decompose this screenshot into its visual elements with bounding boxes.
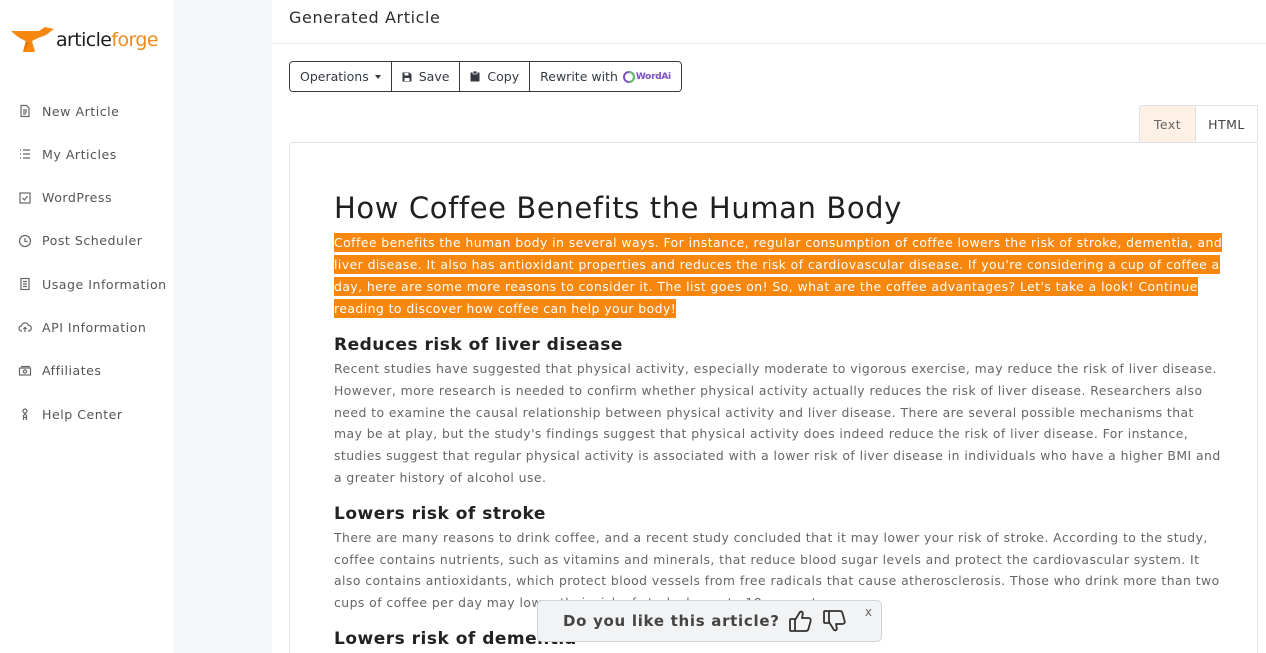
section-heading: Reduces risk of liver disease [334,335,623,355]
logo-text: articleforge [56,29,159,51]
tab-html[interactable]: HTML [1196,105,1258,142]
article-toolbar: Operations Save Copy Rewrite with WordAi [289,61,682,92]
article-body: How Coffee Benefits the Human Body Coffe… [334,187,1224,652]
tab-text[interactable]: Text [1139,105,1196,142]
sidebar-nav: New Article My Articles WordPress Post S… [18,100,167,446]
copy-label: Copy [487,69,520,84]
sidebar-item-label: Usage Information [42,276,167,292]
sidebar-item-label: API Information [42,319,147,335]
sidebar-item-post-scheduler[interactable]: Post Scheduler [18,230,167,252]
feedback-popup: Do you like this article? x [537,600,882,642]
sidebar-item-wordpress[interactable]: WordPress [18,187,167,209]
caret-down-icon [374,74,381,79]
sidebar-item-api-information[interactable]: API Information [18,316,167,338]
document-icon [18,104,32,118]
sidebar-item-help-center[interactable]: Help Center [18,403,167,425]
sidebar-item-label: Help Center [42,406,123,422]
operations-dropdown[interactable]: Operations [290,62,392,91]
rewrite-label: Rewrite with [540,69,618,84]
wordai-logo: WordAi [622,70,671,83]
divider [272,43,1266,44]
check-square-icon [18,191,32,205]
money-icon [18,364,32,378]
content-gutter [173,0,272,653]
sidebar-item-affiliates[interactable]: Affiliates [18,360,167,382]
article-content-box[interactable]: How Coffee Benefits the Human Body Coffe… [289,142,1258,653]
copy-button[interactable]: Copy [460,62,531,91]
section-heading: Lowers risk of stroke [334,503,546,524]
save-button[interactable]: Save [391,62,461,91]
sidebar-item-usage-information[interactable]: Usage Information [18,273,167,295]
page-title: Generated Article [289,8,441,27]
thumbs-up-icon[interactable] [788,608,814,634]
cloud-upload-icon [18,320,32,334]
wordai-logo-icon [622,70,635,83]
sidebar-item-label: Affiliates [42,363,102,379]
thumbs-down-icon[interactable] [822,608,848,634]
clipboard-icon [18,277,32,291]
sidebar: articleforge New Article My Articles Wor… [0,0,173,653]
floppy-disk-icon [402,72,412,82]
wordai-text: WordAi [635,71,671,82]
close-button[interactable]: x [865,605,872,619]
section-paragraph: Recent studies have suggested that physi… [334,361,1221,485]
anvil-logo-icon [10,26,54,54]
clipboard-copy-icon [470,71,480,82]
main-panel: Generated Article Operations Save Copy R… [272,0,1266,653]
rewrite-with-wordai-button[interactable]: Rewrite with WordAi [530,62,681,91]
article-intro-selected[interactable]: Coffee benefits the human body in severa… [334,232,1224,320]
sidebar-item-label: My Articles [42,146,117,162]
sidebar-item-label: Post Scheduler [42,233,143,249]
clock-icon [18,234,32,248]
view-tabs: Text HTML [1139,105,1258,142]
sidebar-item-new-article[interactable]: New Article [18,100,167,122]
feedback-question: Do you like this article? [563,612,780,630]
article-title: How Coffee Benefits the Human Body [334,191,902,225]
help-icon [18,407,32,421]
operations-label: Operations [300,69,369,84]
sidebar-item-label: New Article [42,103,120,119]
articleforge-logo[interactable]: articleforge [10,26,159,54]
sidebar-item-label: WordPress [42,190,113,206]
intro-text: Coffee benefits the human body in severa… [334,233,1223,318]
list-icon [18,147,32,161]
sidebar-item-my-articles[interactable]: My Articles [18,143,167,165]
save-label: Save [418,69,450,84]
